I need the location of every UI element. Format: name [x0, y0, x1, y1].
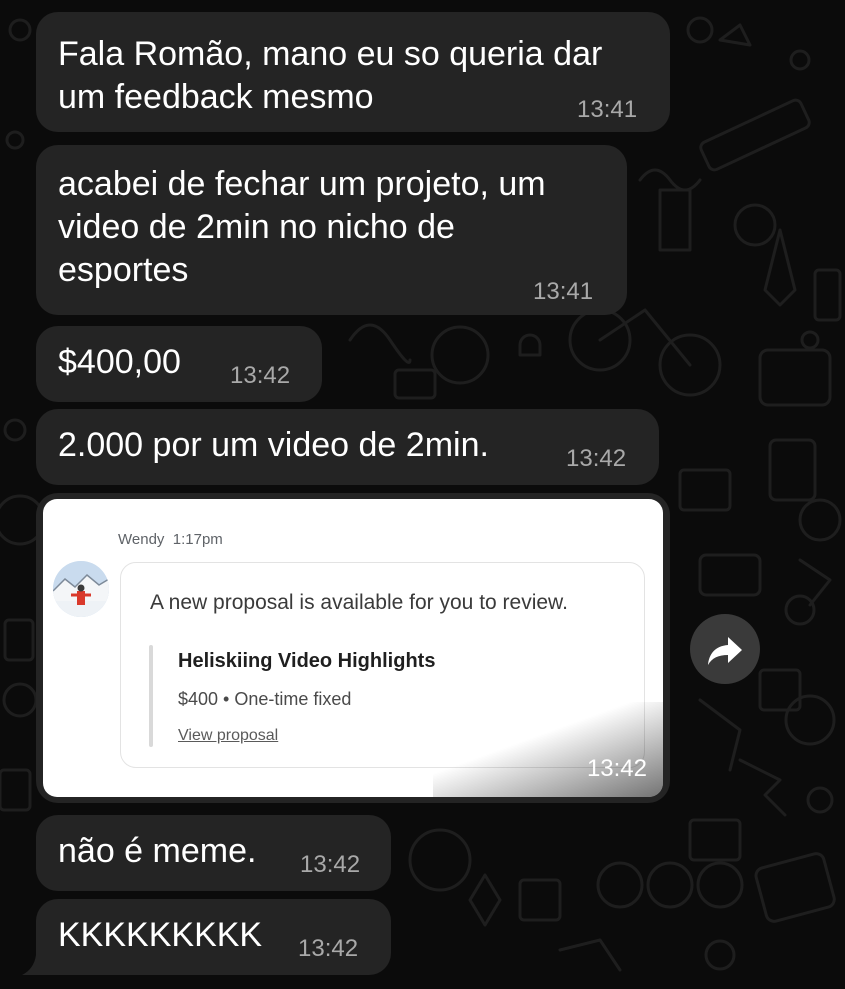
skier-avatar-image [53, 561, 109, 617]
forward-arrow-icon [708, 637, 742, 665]
view-proposal-link: View proposal [178, 727, 279, 744]
message-text: Fala Romão, mano eu so queria dar um fee… [58, 35, 603, 116]
message-bubble[interactable]: acabei de fechar um projeto, um video de… [36, 145, 627, 315]
message-bubble[interactable]: KKKKKKKKK 13:42 [36, 899, 391, 975]
message-text: $400,00 [58, 343, 181, 381]
forward-button[interactable] [690, 614, 760, 684]
message-text: acabei de fechar um projeto, um video de… [58, 165, 546, 289]
proposal-price: $400 • One-time fixed [178, 689, 352, 709]
message-bubble[interactable]: 2.000 por um video de 2min. 13:42 [36, 409, 659, 485]
quote-bar [149, 645, 153, 747]
message-timestamp: 13:41 [533, 278, 594, 305]
message-timestamp: 13:42 [300, 851, 361, 878]
screenshot-sender: Wendy 1:17pm [118, 531, 223, 548]
message-bubble[interactable]: Fala Romão, mano eu so queria dar um fee… [36, 12, 670, 132]
message-text: KKKKKKKKK [58, 916, 263, 954]
bubble-tail [22, 955, 42, 975]
message-bubble[interactable]: não é meme. 13:42 [36, 815, 391, 891]
proposal-title: Heliskiing Video Highlights [178, 650, 436, 672]
message-timestamp: 13:41 [577, 96, 638, 123]
message-timestamp: 13:42 [566, 445, 627, 472]
proposal-message: A new proposal is available for you to r… [150, 591, 568, 614]
message-timestamp: 13:42 [230, 362, 291, 389]
screenshot-sent-time: 1:17pm [172, 531, 223, 548]
message-text: 2.000 por um video de 2min. [58, 426, 489, 464]
image-message-timestamp: 13:42 [586, 755, 647, 782]
message-bubble[interactable]: $400,00 13:42 [36, 326, 322, 402]
shared-screenshot-image[interactable]: Wendy 1:17pm A new proposal is available… [43, 499, 663, 797]
message-text: não é meme. [58, 832, 257, 870]
message-timestamp: 13:42 [298, 935, 359, 962]
